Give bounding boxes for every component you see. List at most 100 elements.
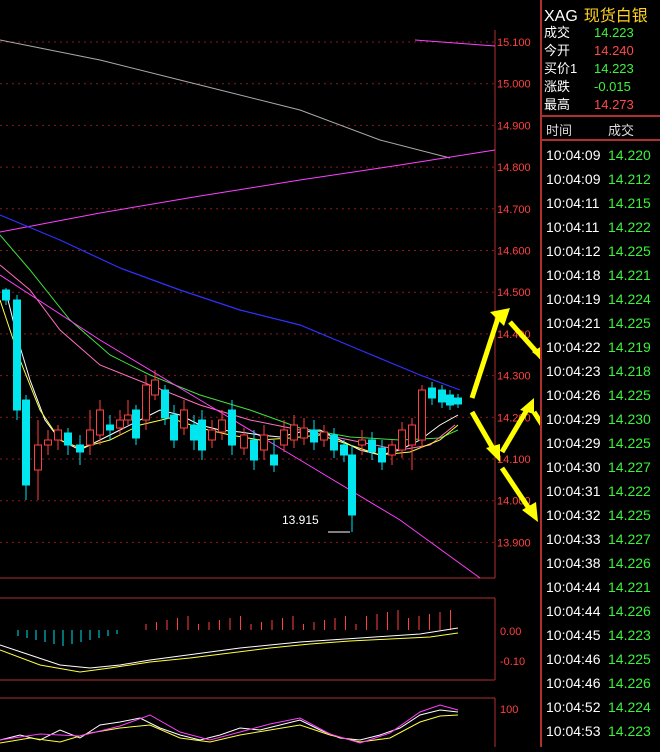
tick-time: 10:04:32 [546,507,601,523]
trend-line-magenta-rising [0,149,496,233]
tick-row[interactable]: 10:04:21 14.225 [544,311,660,335]
tick-price: 14.221 [608,267,651,283]
tick-row[interactable]: 10:04:32 14.225 [544,503,660,527]
tick-price: 14.226 [608,603,651,619]
ma-line-pink [0,264,456,451]
tick-row[interactable]: 10:04:44 14.226 [544,599,660,623]
quote-label: 最高 [544,97,571,112]
tick-row[interactable]: 10:04:11 14.222 [544,215,660,239]
tick-time: 10:04:53 [546,723,601,739]
candle-body [300,427,308,439]
low-marker-label: 13.915 [282,513,319,527]
price-axis-label: 13.900 [497,537,531,549]
tick-price: 14.218 [608,363,651,379]
tick-row[interactable]: 10:04:33 14.227 [544,527,660,551]
candle-body [438,389,446,403]
tick-time: 10:04:22 [546,339,601,355]
candle-body [44,439,52,446]
tick-time: 10:04:26 [546,387,601,403]
tick-row[interactable]: 10:04:46 14.226 [544,671,660,695]
quote-row: 今开 14.240 [544,42,660,60]
tick-time: 10:04:52 [546,699,601,715]
price-axis-label: 14.300 [497,371,531,383]
tick-time: 10:04:44 [546,579,601,595]
chart-area[interactable]: 15.100 15.000 14.900 14.800 14.700 14.600 14.5… [0,0,604,747]
tick-time: 10:04:46 [546,675,601,691]
price-axis-label: 15.000 [497,79,531,91]
quote-label: 买价1 [544,61,578,76]
candle-body [22,399,30,486]
tick-price: 14.225 [608,651,651,667]
tick-time: 10:04:29 [546,435,601,451]
candle-body [96,409,104,436]
tick-time: 10:04:19 [546,291,601,307]
tick-time: 10:04:31 [546,483,601,499]
tick-price: 14.225 [608,243,651,259]
tick-row[interactable]: 10:04:38 14.226 [544,551,660,575]
candle-body [180,409,188,429]
tick-price: 14.227 [608,459,651,475]
candle-body [250,439,258,461]
candle-body [2,289,10,301]
tick-row[interactable]: 10:04:09 14.212 [544,167,660,191]
quote-row: 买价1 14.223 [544,60,660,78]
tick-time: 10:04:38 [546,555,601,571]
tick-time: 10:04:11 [546,219,600,235]
tick-price: 14.223 [608,723,651,739]
tick-row[interactable]: 10:04:23 14.218 [544,359,660,383]
instrument-name: 现货白银 [583,8,648,25]
candle-body [446,394,454,406]
candle-body [418,389,426,441]
tick-row[interactable]: 10:04:44 14.221 [544,575,660,599]
tick-price: 14.223 [608,627,651,643]
tick-price: 14.212 [608,171,651,187]
tick-time: 10:04:44 [546,603,601,619]
tick-row[interactable]: 10:04:11 14.215 [544,191,660,215]
tick-price: 14.224 [608,291,651,307]
tick-price: 14.230 [608,411,651,427]
candle-body [54,429,62,441]
candle-body [368,439,376,453]
tick-time: 10:04:33 [546,531,601,547]
kline-chart[interactable]: 15.100 15.000 14.900 14.800 14.700 14.600 14.5… [0,0,604,747]
candle-body [151,379,159,396]
macd-line-white [0,627,459,669]
tick-row[interactable]: 10:04:52 14.224 [544,695,660,719]
tick-row[interactable]: 10:04:29 14.225 [544,431,660,455]
tick-time: 10:04:46 [546,651,601,667]
tick-row[interactable]: 10:04:22 14.219 [544,335,660,359]
tick-price: 14.222 [608,483,651,499]
ma-line-magenta-upper [414,39,496,47]
quote-row: 涨跌 -0.015 [544,78,660,96]
candle-body [161,389,169,419]
tick-row[interactable]: 10:04:12 14.225 [544,239,660,263]
tick-row[interactable]: 10:04:09 14.220 [544,143,660,167]
tick-row[interactable]: 10:04:46 14.225 [544,647,660,671]
tick-header: 时间 成交 [542,115,660,141]
candle-body [408,424,416,446]
quote-value: 14.223 [594,61,634,76]
tick-header-price: 成交 [608,123,635,138]
tick-row[interactable]: 10:04:53 14.223 [544,719,660,743]
tick-row[interactable]: 10:04:26 14.225 [544,383,660,407]
tick-price: 14.225 [608,315,651,331]
candle-body [358,439,366,446]
tick-time: 10:04:09 [546,147,601,163]
candle-body [388,444,396,456]
tick-price: 14.219 [608,339,651,355]
tick-row[interactable]: 10:04:30 14.227 [544,455,660,479]
tick-time: 10:04:23 [546,363,601,379]
tick-row[interactable]: 10:04:31 14.222 [544,479,660,503]
candle-body [340,444,348,456]
tick-row[interactable]: 10:04:18 14.221 [544,263,660,287]
price-axis-label: 14.100 [497,454,531,466]
candlesticks [2,288,462,532]
tick-price: 14.225 [608,435,651,451]
tick-time: 10:04:45 [546,627,601,643]
tick-row[interactable]: 10:04:29 14.230 [544,407,660,431]
tick-row[interactable]: 10:04:45 14.223 [544,623,660,647]
price-axis-label: 14.700 [497,204,531,216]
candle-body [218,419,226,433]
tick-row[interactable]: 10:04:19 14.224 [544,287,660,311]
tick-price: 14.220 [608,147,651,163]
